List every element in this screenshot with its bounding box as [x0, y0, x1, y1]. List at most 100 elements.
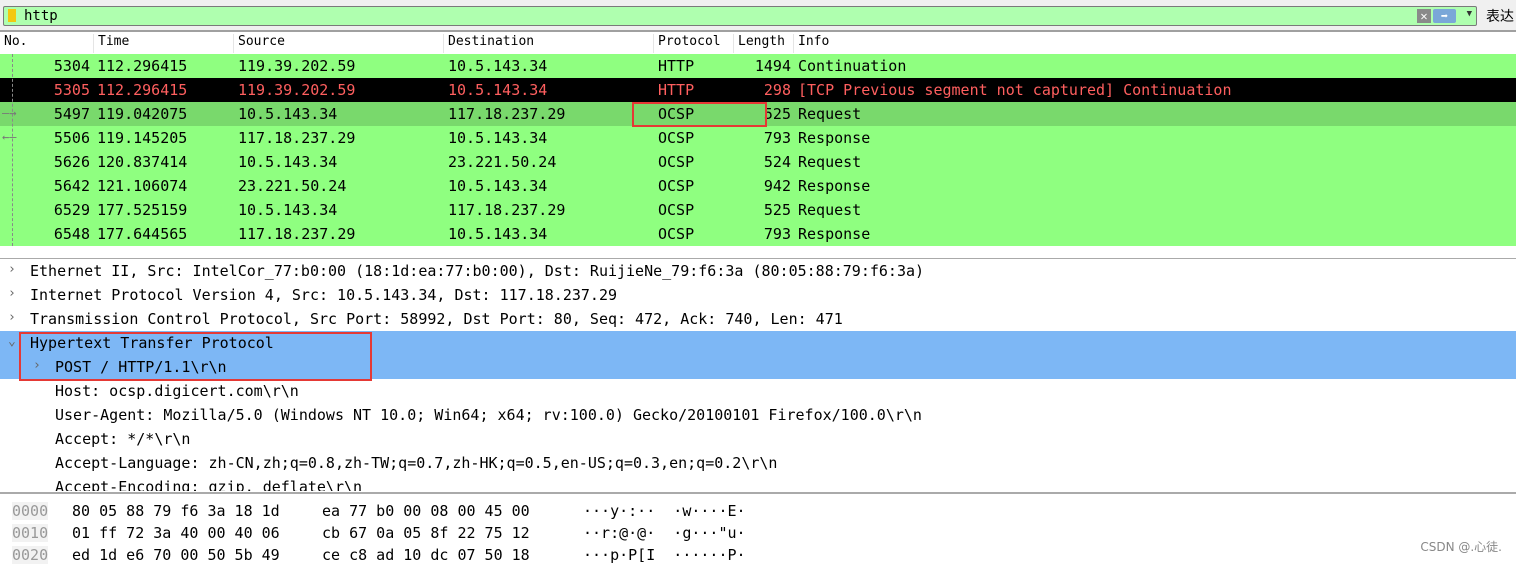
- packet-time: 112.296415: [97, 57, 188, 75]
- packet-row[interactable]: 5506 119.145205 117.18.237.29 10.5.143.34 OC…: [0, 126, 1516, 150]
- detail-line[interactable]: User-Agent: Mozilla/5.0 (Windows NT 10.0…: [0, 403, 1516, 427]
- packet-dst: 117.18.237.29: [448, 201, 566, 219]
- column-time[interactable]: Time: [94, 34, 234, 53]
- column-destination[interactable]: Destination: [444, 34, 654, 53]
- packet-dst: 117.18.237.29: [448, 105, 566, 123]
- packet-no: 5626: [53, 153, 90, 171]
- packet-len: 525: [763, 201, 791, 219]
- packet-row[interactable]: 5305 112.296415 119.39.202.59 10.5.143.34 HT…: [0, 78, 1516, 102]
- packet-info: Response: [798, 129, 871, 147]
- column-source[interactable]: Source: [234, 34, 444, 53]
- column-info[interactable]: Info: [794, 34, 1516, 53]
- related-packet-line: [12, 54, 13, 246]
- packet-no: 5304: [53, 57, 90, 75]
- packet-dst: 10.5.143.34: [448, 81, 548, 99]
- packet-src: 23.221.50.24: [238, 177, 347, 195]
- packet-len: 793: [763, 225, 791, 243]
- packet-row[interactable]: 5304 112.296415 119.39.202.59 10.5.143.34 HT…: [0, 54, 1516, 78]
- packet-proto: OCSP: [658, 177, 695, 195]
- detail-text: Host: ocsp.digicert.com\r\n: [55, 382, 299, 400]
- detail-line[interactable]: Host: ocsp.digicert.com\r\n: [0, 379, 1516, 403]
- hex-a: 01 ff 72 3a 40 00 40 06: [72, 524, 280, 542]
- packet-src: 117.18.237.29: [238, 129, 356, 147]
- chevron-right-icon[interactable]: ›: [8, 310, 16, 325]
- hex-b: cb 67 0a 05 8f 22 75 12: [322, 524, 530, 542]
- detail-text: Accept-Language: zh-CN,zh;q=0.8,zh-TW;q=…: [55, 454, 778, 472]
- expression-button[interactable]: 表达: [1486, 6, 1514, 26]
- chevron-down-icon[interactable]: ⌄: [8, 334, 16, 349]
- packet-time: 177.525159: [97, 201, 188, 219]
- detail-text: Accept-Encoding: gzip, deflate\r\n: [55, 478, 363, 491]
- packet-row[interactable]: 6529 177.525159 10.5.143.34 117.18.237.29 OC…: [0, 198, 1516, 222]
- packet-info: Request: [798, 201, 862, 219]
- detail-text: Accept: */*\r\n: [55, 430, 191, 448]
- packet-row[interactable]: 6548 177.644565 117.18.237.29 10.5.143.34 OC…: [0, 222, 1516, 246]
- detail-line[interactable]: Accept: */*\r\n: [0, 427, 1516, 451]
- packet-time: 119.145205: [97, 129, 188, 147]
- packet-dst: 10.5.143.34: [448, 225, 548, 243]
- column-no[interactable]: No.: [0, 34, 94, 53]
- hex-ascii: ···p·P[I ······P·: [583, 546, 746, 564]
- packet-no: 5506: [53, 129, 90, 147]
- detail-line[interactable]: › Internet Protocol Version 4, Src: 10.5.…: [0, 283, 1516, 307]
- request-arrow-icon: —→: [2, 106, 17, 120]
- packet-info: Continuation: [798, 57, 907, 75]
- column-protocol[interactable]: Protocol: [654, 34, 734, 53]
- chevron-right-icon[interactable]: ›: [8, 262, 16, 277]
- display-filter-input[interactable]: [24, 7, 1404, 25]
- display-filter-input-box[interactable]: ✕ ➡ ▼: [3, 6, 1477, 26]
- detail-text: Ethernet II, Src: IntelCor_77:b0:00 (18:…: [30, 262, 925, 280]
- hex-off: 0020: [12, 546, 49, 564]
- detail-line[interactable]: Accept-Encoding: gzip, deflate\r\n: [0, 475, 1516, 491]
- hex-a: 80 05 88 79 f6 3a 18 1d: [72, 502, 280, 520]
- packet-no: 5642: [53, 177, 90, 195]
- detail-text: Transmission Control Protocol, Src Port:…: [30, 310, 843, 328]
- packet-len: 298: [763, 81, 791, 99]
- annotation-box-http: [19, 332, 372, 381]
- packet-info: Response: [798, 225, 871, 243]
- hex-a: ed 1d e6 70 00 50 5b 49: [72, 546, 280, 564]
- packet-info: [TCP Previous segment not captured] Cont…: [798, 81, 1232, 99]
- packet-row[interactable]: 5626 120.837414 10.5.143.34 23.221.50.24 OCS…: [0, 150, 1516, 174]
- detail-line[interactable]: › Ethernet II, Src: IntelCor_77:b0:00 (18…: [0, 259, 1516, 283]
- hex-ascii: ··r:@·@· ·g···"u·: [583, 524, 746, 542]
- hex-off: 0000: [12, 502, 49, 520]
- detail-line[interactable]: Accept-Language: zh-CN,zh;q=0.8,zh-TW;q=…: [0, 451, 1516, 475]
- packet-time: 112.296415: [97, 81, 188, 99]
- detail-text: User-Agent: Mozilla/5.0 (Windows NT 10.0…: [55, 406, 922, 424]
- packet-len: 942: [763, 177, 791, 195]
- packet-dst: 10.5.143.34: [448, 177, 548, 195]
- packet-info: Request: [798, 105, 862, 123]
- packet-list-header: No. Time Source Destination Protocol Len…: [0, 32, 1516, 53]
- packet-dst: 10.5.143.34: [448, 57, 548, 75]
- annotation-box-protocol: [632, 102, 767, 127]
- display-filter-toolbar: ✕ ➡ ▼ 表达: [0, 0, 1516, 32]
- hex-row[interactable]: 0010 01 ff 72 3a 40 00 40 06 cb 67 0a 05 8…: [0, 522, 1516, 544]
- detail-line[interactable]: › Transmission Control Protocol, Src Port…: [0, 307, 1516, 331]
- hex-row[interactable]: 0020 ed 1d e6 70 00 50 5b 49 ce c8 ad 10 d…: [0, 544, 1516, 566]
- packet-proto: OCSP: [658, 153, 695, 171]
- packet-len: 524: [763, 153, 791, 171]
- apply-arrow-icon[interactable]: ➡: [1433, 9, 1456, 23]
- packet-time: 120.837414: [97, 153, 188, 171]
- chevron-down-icon[interactable]: ▼: [1467, 9, 1472, 19]
- packet-src: 119.39.202.59: [238, 81, 356, 99]
- clear-icon[interactable]: ✕: [1417, 9, 1431, 23]
- packet-src: 10.5.143.34: [238, 105, 338, 123]
- packet-proto: HTTP: [658, 57, 695, 75]
- packet-bytes-pane: 0000 80 05 88 79 f6 3a 18 1d ea 77 b0 00 0…: [0, 492, 1516, 564]
- bookmark-icon[interactable]: [8, 9, 16, 22]
- packet-src: 10.5.143.34: [238, 201, 338, 219]
- packet-no: 6548: [53, 225, 90, 243]
- response-arrow-icon: ←—: [2, 130, 17, 144]
- column-length[interactable]: Length: [734, 34, 794, 53]
- hex-b: ea 77 b0 00 08 00 45 00: [322, 502, 530, 520]
- watermark: CSDN @.心徒.: [1420, 540, 1502, 554]
- hex-b: ce c8 ad 10 dc 07 50 18: [322, 546, 530, 564]
- packet-row[interactable]: 5642 121.106074 23.221.50.24 10.5.143.34 OCS…: [0, 174, 1516, 198]
- chevron-right-icon[interactable]: ›: [8, 286, 16, 301]
- hex-row[interactable]: 0000 80 05 88 79 f6 3a 18 1d ea 77 b0 00 0…: [0, 500, 1516, 522]
- packet-proto: HTTP: [658, 81, 695, 99]
- packet-no: 5497: [53, 105, 90, 123]
- packet-src: 117.18.237.29: [238, 225, 356, 243]
